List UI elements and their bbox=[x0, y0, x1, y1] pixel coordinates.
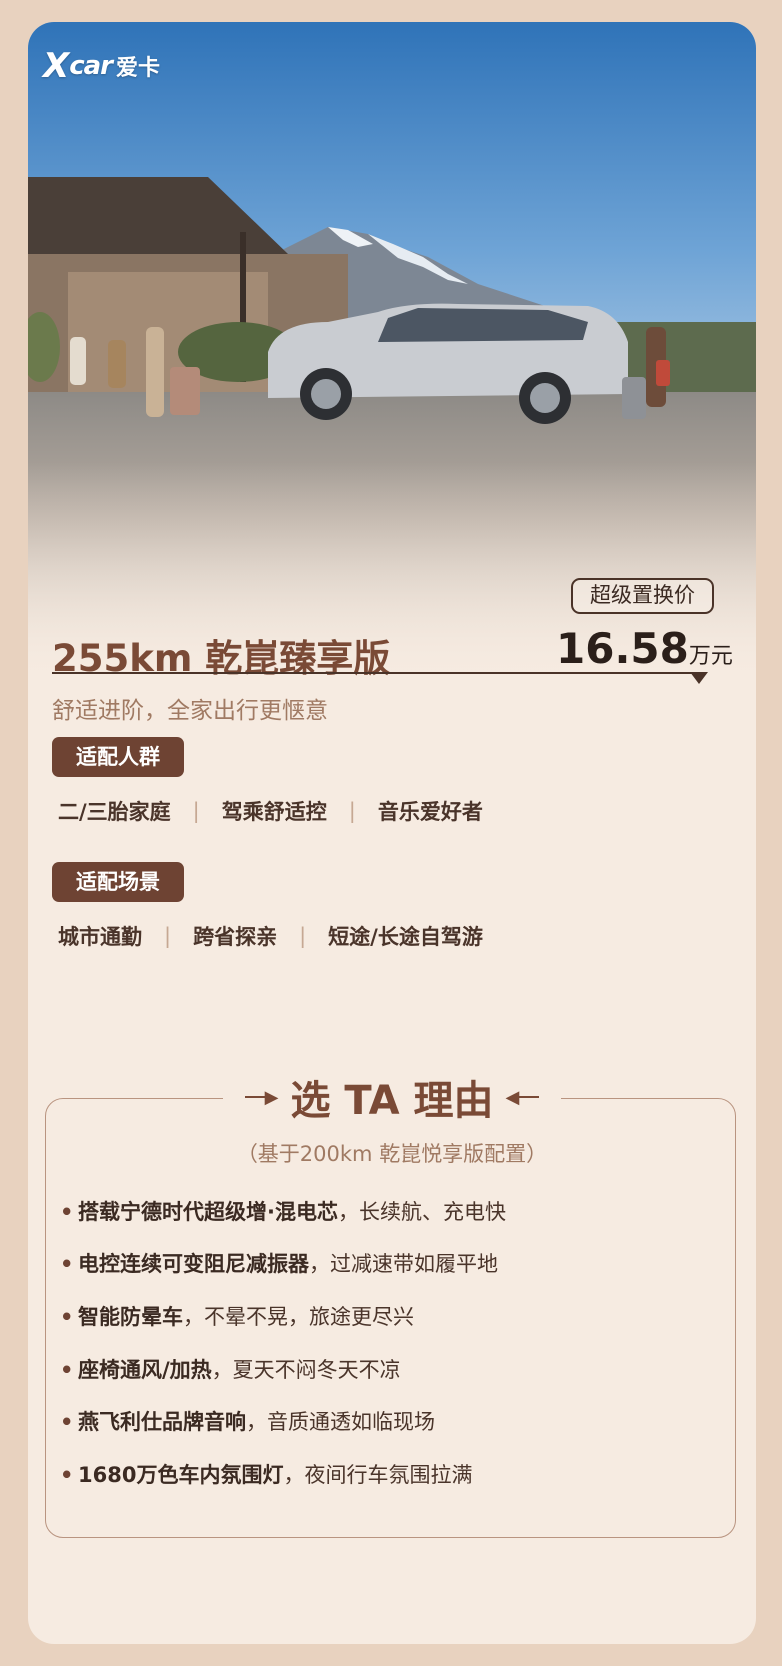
bullet-icon: • bbox=[60, 1358, 74, 1382]
audience-tag: 驾乘舒适控 bbox=[221, 800, 327, 824]
tag-separator: | bbox=[299, 924, 307, 948]
xcar-logo: X car 爱卡 bbox=[43, 46, 160, 86]
scenes-badge: 适配场景 bbox=[52, 862, 184, 902]
reasons-title: 选 TA 理由 bbox=[290, 1078, 494, 1124]
bullet-icon: • bbox=[60, 1252, 74, 1276]
divider-arrow-icon bbox=[690, 672, 708, 684]
bullet-icon: • bbox=[60, 1200, 74, 1224]
reason-item: • 搭载宁德时代超级增·混电芯，长续航、充电快 bbox=[60, 1200, 506, 1224]
scene-tags: 城市通勤 | 跨省探亲 | 短途/长途自驾游 bbox=[58, 921, 483, 951]
reasons-heading: ▶ 选 TA 理由 ◀ bbox=[223, 1074, 561, 1124]
scene-tag: 短途/长途自驾游 bbox=[328, 925, 483, 949]
audience-tags: 二/三胎家庭 | 驾乘舒适控 | 音乐爱好者 bbox=[58, 796, 483, 826]
arrow-right-icon: ▶ bbox=[264, 1086, 279, 1108]
bullet-icon: • bbox=[60, 1463, 74, 1487]
price-unit: 万元 bbox=[688, 644, 733, 669]
poster-card: X car 爱卡 超级置换价 255km 乾崑臻享版 16.58万元 舒适进阶，… bbox=[28, 22, 756, 1644]
reason-item: • 燕飞利仕品牌音响，音质通透如临现场 bbox=[60, 1410, 435, 1434]
scene-tag: 跨省探亲 bbox=[193, 925, 278, 949]
audience-tag: 二/三胎家庭 bbox=[58, 800, 171, 824]
heading-line-right bbox=[519, 1096, 540, 1098]
reason-item: • 1680万色车内氛围灯，夜间行车氛围拉满 bbox=[60, 1463, 473, 1487]
price: 16.58万元 bbox=[556, 624, 733, 673]
bullet-icon: • bbox=[60, 1410, 74, 1434]
title-divider bbox=[52, 672, 702, 674]
subtitle: 舒适进阶，全家出行更惬意 bbox=[52, 698, 328, 724]
price-value: 16.58 bbox=[556, 624, 689, 673]
reason-item: • 智能防晕车，不晕不晃，旅途更尽兴 bbox=[60, 1305, 414, 1329]
logo-cn-text: 爱卡 bbox=[116, 56, 161, 81]
heading-line-left bbox=[244, 1096, 265, 1098]
tag-separator: | bbox=[348, 799, 356, 823]
scene-tag: 城市通勤 bbox=[58, 925, 142, 949]
arrow-left-icon: ◀ bbox=[505, 1086, 520, 1108]
bullet-icon: • bbox=[60, 1305, 74, 1329]
reason-item: • 座椅通风/加热，夏天不闷冬天不凉 bbox=[60, 1358, 401, 1382]
reason-item: • 电控连续可变阻尼减振器，过减速带如履平地 bbox=[60, 1252, 498, 1276]
reasons-note: （基于200km 乾崑悦享版配置） bbox=[236, 1142, 548, 1166]
tag-separator: | bbox=[164, 924, 172, 948]
audience-tag: 音乐爱好者 bbox=[377, 800, 483, 824]
tag-separator: | bbox=[192, 799, 200, 823]
logo-car-text: car bbox=[69, 51, 113, 81]
logo-x-mark: X bbox=[43, 46, 69, 86]
price-badge: 超级置换价 bbox=[571, 578, 714, 614]
audience-badge: 适配人群 bbox=[52, 737, 184, 777]
